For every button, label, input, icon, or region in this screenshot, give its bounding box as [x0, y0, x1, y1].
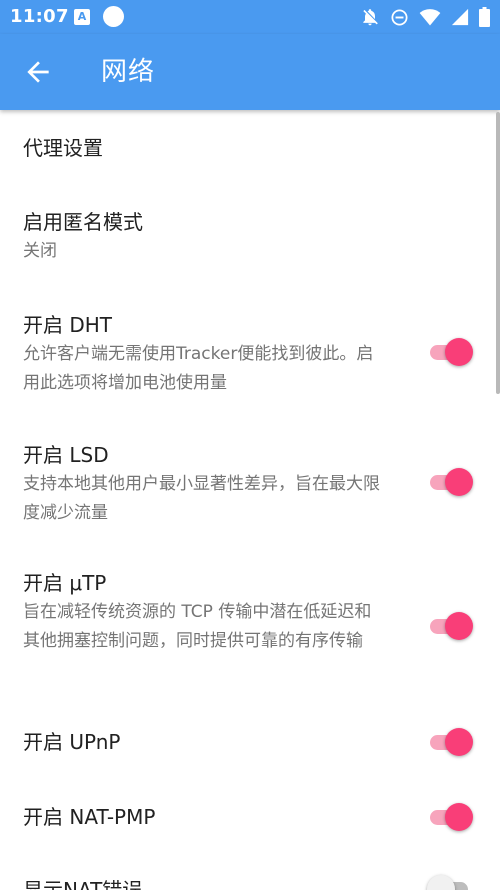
arrow-left-icon [27, 61, 49, 83]
pref-enable-dht[interactable]: 开启 DHT 允许客户端无需使用Tracker便能找到彼此。启用此选项将增加电池… [0, 298, 500, 408]
pref-title: 代理设置 [23, 136, 103, 160]
pref-title: 启用匿名模式 [23, 210, 143, 234]
notification-circle-icon [103, 6, 124, 27]
battery-icon [479, 7, 490, 27]
wifi-icon [419, 9, 441, 26]
nat-errors-toggle[interactable] [427, 874, 473, 890]
pref-title: 开启 LSD [23, 443, 109, 467]
pref-title: 开启 DHT [23, 313, 113, 337]
switch-thumb [427, 875, 455, 890]
switch-thumb [445, 803, 473, 831]
switch-thumb [445, 612, 473, 640]
pref-summary: 关闭 [23, 241, 57, 261]
lsd-toggle[interactable] [427, 467, 473, 497]
switch-thumb [445, 728, 473, 756]
notification-a-letter: A [77, 10, 87, 23]
pref-title: 开启 NAT-PMP [23, 805, 156, 829]
scrollbar[interactable] [496, 112, 500, 394]
pref-show-nat-errors[interactable]: 显示NAT错误 [0, 860, 500, 890]
notifications-off-icon [363, 9, 378, 26]
cell-signal-icon [451, 8, 469, 26]
pref-summary: 支持本地其他用户最小显著性差异，旨在最大限度减少流量 [23, 474, 380, 523]
upnp-toggle[interactable] [427, 727, 473, 757]
pref-anonymous-mode[interactable]: 启用匿名模式 关闭 [0, 188, 500, 278]
pref-summary: 允许客户端无需使用Tracker便能找到彼此。启用此选项将增加电池使用量 [23, 344, 374, 393]
pref-title: 开启 UPnP [23, 730, 121, 754]
status-time: 11:07 [10, 6, 69, 27]
pref-proxy-settings[interactable]: 代理设置 [0, 110, 500, 188]
switch-thumb [445, 468, 473, 496]
dht-toggle[interactable] [427, 337, 473, 367]
utp-toggle[interactable] [427, 611, 473, 641]
notification-a-icon: A [74, 9, 90, 25]
page-title: 网络 [101, 57, 156, 87]
status-bar: 11:07 A [0, 0, 500, 34]
pref-title: 开启 μTP [23, 571, 107, 595]
pref-enable-upnp[interactable]: 开启 UPnP [0, 708, 500, 778]
pref-summary: 旨在减轻传统资源的 TCP 传输中潜在低延迟和其他拥塞控制问题，同时提供可靠的有… [23, 602, 372, 651]
pref-title: 显示NAT错误 [23, 878, 143, 890]
pref-enable-utp[interactable]: 开启 μTP 旨在减轻传统资源的 TCP 传输中潜在低延迟和其他拥塞控制问题，同… [0, 556, 500, 696]
nat-pmp-toggle[interactable] [427, 802, 473, 832]
app-bar: 网络 [0, 34, 500, 110]
status-icons [360, 6, 490, 28]
do-not-disturb-icon [391, 9, 408, 25]
back-button[interactable] [22, 56, 54, 88]
pref-enable-lsd[interactable]: 开启 LSD 支持本地其他用户最小显著性差异，旨在最大限度减少流量 [0, 428, 500, 538]
switch-thumb [445, 338, 473, 366]
pref-enable-nat-pmp[interactable]: 开启 NAT-PMP [0, 782, 500, 852]
preference-list[interactable]: 代理设置 启用匿名模式 关闭 开启 DHT 允许客户端无需使用Tracker便能… [0, 110, 500, 890]
